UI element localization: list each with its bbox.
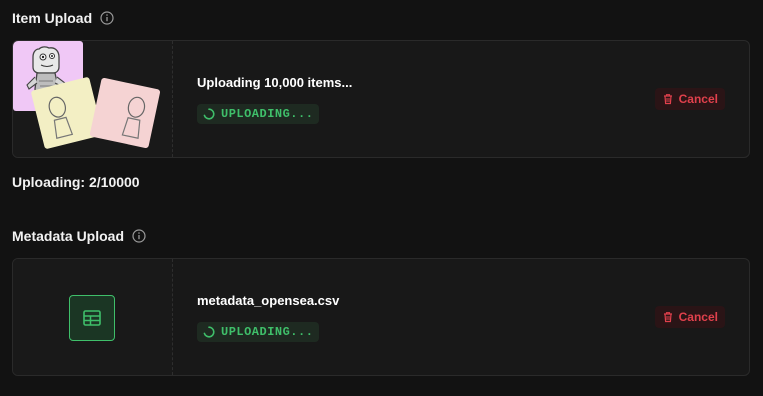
metadata-upload-info: metadata_opensea.csv UPLOADING... (197, 259, 339, 375)
metadata-upload-heading: Metadata Upload (12, 228, 146, 244)
item-upload-heading: Item Upload (12, 10, 114, 26)
cancel-button[interactable]: Cancel (654, 88, 725, 110)
metadata-upload-card: metadata_opensea.csv UPLOADING... Cancel (12, 258, 750, 376)
metadata-upload-title: Metadata Upload (12, 228, 125, 244)
item-thumbnail-stack (13, 41, 173, 157)
info-icon[interactable] (132, 229, 146, 243)
spinner-icon (203, 107, 215, 120)
trash-icon (662, 311, 674, 323)
metadata-upload-card-title: metadata_opensea.csv (197, 292, 340, 308)
nft-thumbnail-back-left (30, 76, 104, 150)
info-icon[interactable] (100, 11, 114, 25)
upload-page: Item Upload Uploading 10,000 items... UP… (0, 0, 763, 396)
cancel-label: Cancel (678, 310, 718, 324)
cancel-label: Cancel (678, 92, 718, 106)
item-upload-info: Uploading 10,000 items... UPLOADING... (197, 41, 352, 157)
status-badge: UPLOADING... (197, 321, 320, 342)
spinner-icon (203, 325, 215, 338)
status-badge: UPLOADING... (197, 103, 320, 124)
item-upload-title: Item Upload (12, 10, 93, 26)
item-upload-card-title: Uploading 10,000 items... (197, 74, 353, 90)
trash-icon (662, 93, 674, 105)
nft-thumbnail-back-right (89, 77, 161, 149)
item-upload-card: Uploading 10,000 items... UPLOADING... C… (12, 40, 750, 158)
status-text: UPLOADING... (221, 106, 314, 121)
status-text: UPLOADING... (221, 324, 314, 339)
upload-progress-text: Uploading: 2/10000 (12, 174, 140, 190)
metadata-thumbnail (13, 259, 173, 375)
table-icon (69, 295, 115, 341)
cancel-button[interactable]: Cancel (654, 306, 725, 328)
